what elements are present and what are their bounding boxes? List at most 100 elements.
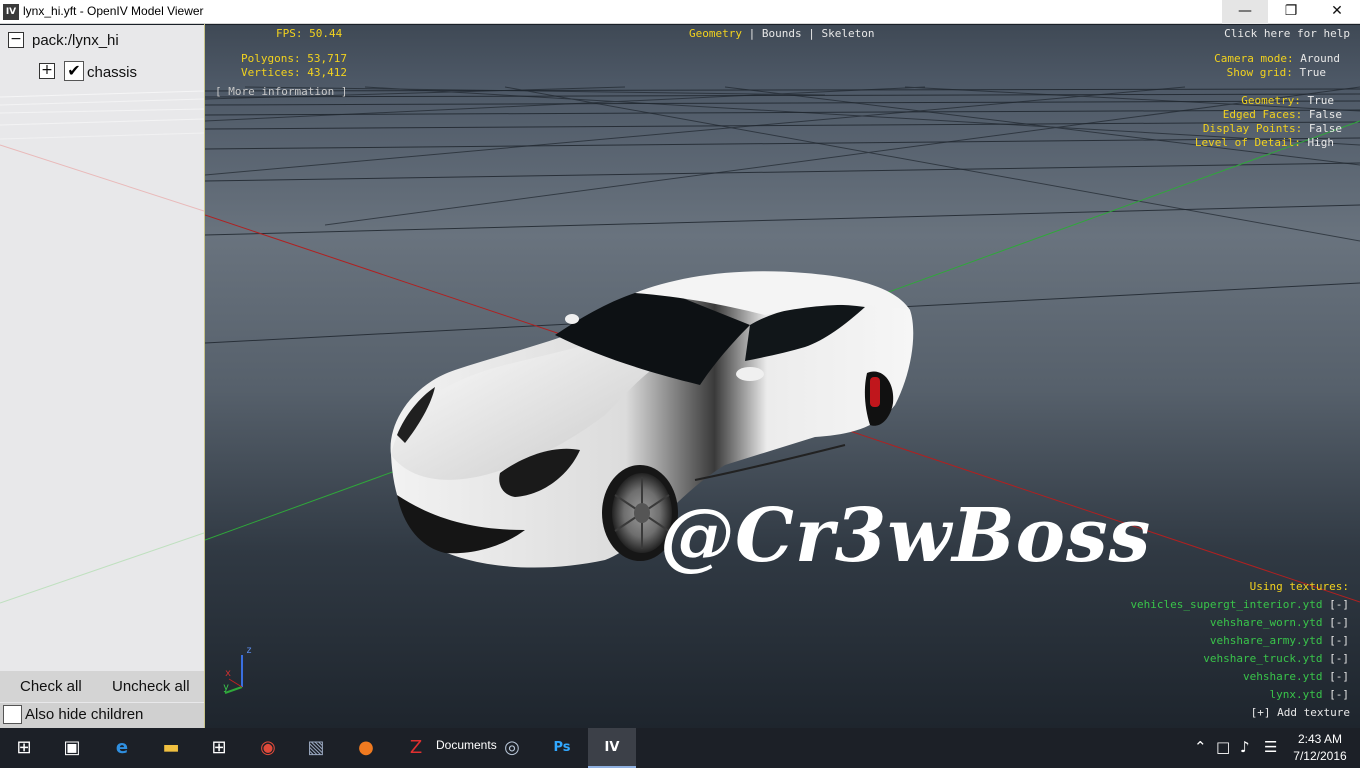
uncheck-all-button[interactable]: Uncheck all	[112, 678, 190, 695]
firefox-taskbar-button[interactable]: ●	[342, 728, 390, 768]
also-hide-children-label[interactable]: Also hide children	[25, 706, 143, 723]
setting-label: Display Points:	[1202, 122, 1303, 135]
setting-value: Around	[1300, 52, 1340, 65]
texture-remove-button[interactable]: [-]	[1329, 688, 1349, 701]
axis-label-z: z	[246, 645, 253, 656]
windows-start-icon: ⊞	[16, 737, 32, 758]
folder-icon: ▬	[162, 737, 180, 758]
checkmark-icon: ✔	[67, 61, 81, 80]
fps-readout: FPS: 50.44	[276, 27, 343, 40]
check-all-button[interactable]: Check all	[20, 678, 82, 695]
model-tree-panel: − pack:/lynx_hi + ✔ chassis Check all Un…	[0, 25, 204, 728]
chrome-taskbar-button[interactable]: ◉	[244, 728, 292, 768]
texture-remove-button[interactable]: [-]	[1329, 634, 1349, 647]
start-button[interactable]: ⊞	[0, 728, 48, 768]
setting-value: High	[1307, 136, 1335, 149]
explorer-taskbar-button[interactable]: ▬	[147, 728, 195, 768]
grid-depth-lines	[205, 86, 1360, 242]
setting-geometry[interactable]: Geometry: True	[1241, 94, 1334, 107]
texture-item: vehshare_worn.ytd [-]	[1210, 616, 1349, 629]
texture-item: vehshare.ytd [-]	[1243, 670, 1349, 683]
textures-header: Using textures:	[1249, 580, 1349, 593]
setting-value: True	[1299, 66, 1327, 79]
openiv-icon: IV	[604, 740, 620, 755]
maximize-button[interactable]: ❐	[1268, 0, 1314, 24]
setting-label: Edged Faces:	[1222, 108, 1303, 121]
texture-item: lynx.ytd [-]	[1270, 688, 1349, 701]
texture-name[interactable]: vehicles_supergt_interior.ytd	[1130, 598, 1322, 611]
brake-caliper	[870, 377, 880, 407]
close-button[interactable]: ✕	[1314, 0, 1360, 24]
texture-remove-button[interactable]: [-]	[1329, 616, 1349, 629]
edge-icon: e	[115, 737, 129, 758]
chassis-checkbox[interactable]: ✔	[64, 61, 84, 81]
also-hide-children-checkbox[interactable]	[3, 705, 22, 724]
openiv-taskbar-button[interactable]: IV	[588, 728, 636, 768]
network-icon[interactable]: □	[1216, 738, 1230, 756]
setting-level-of-detail[interactable]: Level of Detail: High	[1195, 136, 1334, 149]
tab-geometry[interactable]: Geometry	[689, 27, 742, 40]
help-link[interactable]: Click here for help	[1224, 27, 1350, 40]
tree-item-chassis[interactable]: chassis	[87, 64, 137, 81]
setting-value: True	[1307, 94, 1335, 107]
paint-taskbar-button[interactable]: ▧	[292, 728, 340, 768]
tab-skeleton[interactable]: Skeleton	[821, 27, 874, 40]
tab-separator: |	[748, 27, 756, 40]
firefox-icon: ●	[358, 737, 374, 758]
maximize-icon: ❐	[1284, 3, 1298, 19]
minimize-icon: —	[1238, 3, 1252, 19]
setting-camera-mode[interactable]: Camera mode: Around	[1214, 52, 1340, 65]
texture-remove-button[interactable]: [-]	[1329, 652, 1349, 665]
setting-value: False	[1308, 122, 1342, 135]
task-view-icon: ▣	[63, 737, 81, 758]
title-bar: IV lynx_hi.yft - OpenIV Model Viewer — ❐…	[0, 0, 1360, 24]
setting-label: Level of Detail:	[1194, 136, 1301, 149]
vertices-readout: Vertices: 43,412	[241, 66, 347, 79]
texture-name[interactable]: lynx.ytd	[1270, 688, 1323, 701]
texture-name[interactable]: vehshare_truck.ytd	[1203, 652, 1322, 665]
photoshop-icon: Ps	[553, 740, 571, 755]
tab-separator: |	[808, 27, 815, 40]
task-view-button[interactable]: ▣	[48, 728, 96, 768]
clock-time[interactable]: 2:43 AM	[1290, 732, 1350, 746]
add-texture-button[interactable]: [+] Add texture	[1251, 706, 1350, 719]
texture-item: vehshare_truck.ytd [-]	[1203, 652, 1349, 665]
volume-icon[interactable]: ♪	[1240, 738, 1250, 756]
photoshop-taskbar-button[interactable]: Ps	[538, 728, 586, 768]
collapse-icon[interactable]: −	[8, 32, 24, 48]
edge-taskbar-button[interactable]: e	[98, 728, 146, 768]
polygons-readout: Polygons: 53,717	[241, 52, 347, 65]
action-center-icon[interactable]: ☰	[1264, 738, 1277, 756]
steam-taskbar-button[interactable]: ◎	[488, 728, 536, 768]
scene-render	[205, 86, 1360, 694]
clock-date[interactable]: 7/12/2016	[1288, 749, 1352, 763]
texture-remove-button[interactable]: [-]	[1329, 670, 1349, 683]
texture-name[interactable]: vehshare_worn.ytd	[1210, 616, 1323, 629]
axis-label-x: x	[225, 668, 232, 679]
chevron-up-icon[interactable]: ⌃	[1194, 738, 1207, 756]
taskbar: ⊞ ▣ e ▬ ⊞ ◉ ▧ ● Z Documents ◎ Ps IV ⌃ □ …	[0, 728, 1360, 768]
texture-name[interactable]: vehshare.ytd	[1243, 670, 1322, 683]
expand-icon[interactable]: +	[39, 63, 55, 79]
setting-edged-faces[interactable]: Edged Faces: False	[1223, 108, 1342, 121]
axis-label-y: y	[223, 682, 230, 693]
setting-label: Show grid:	[1226, 66, 1293, 79]
also-hide-children-row: Also hide children	[0, 703, 204, 728]
3d-viewport[interactable]: z x y FPS: 50.44 Polygons: 53,717 Vertic…	[205, 25, 1360, 728]
store-taskbar-button[interactable]: ⊞	[195, 728, 243, 768]
setting-label: Geometry:	[1241, 94, 1301, 107]
window-title: lynx_hi.yft - OpenIV Model Viewer	[23, 4, 204, 18]
setting-value: False	[1308, 108, 1342, 121]
tree-action-bar: Check all Uncheck all	[0, 671, 204, 702]
texture-remove-button[interactable]: [-]	[1329, 598, 1349, 611]
setting-show-grid[interactable]: Show grid: True	[1227, 66, 1326, 79]
watermark-text: @Cr3wBoss	[660, 493, 1152, 579]
tree-root-label[interactable]: pack:/lynx_hi	[32, 32, 119, 49]
view-tabs: Geometry | Bounds | Skeleton	[689, 27, 874, 40]
minimize-button[interactable]: —	[1222, 0, 1268, 24]
texture-name[interactable]: vehshare_army.ytd	[1210, 634, 1323, 647]
tab-bounds[interactable]: Bounds	[762, 27, 802, 40]
filezilla-taskbar-button[interactable]: Z	[392, 728, 440, 768]
more-information-link[interactable]: [ More information ]	[215, 85, 347, 98]
setting-display-points[interactable]: Display Points: False	[1203, 122, 1342, 135]
